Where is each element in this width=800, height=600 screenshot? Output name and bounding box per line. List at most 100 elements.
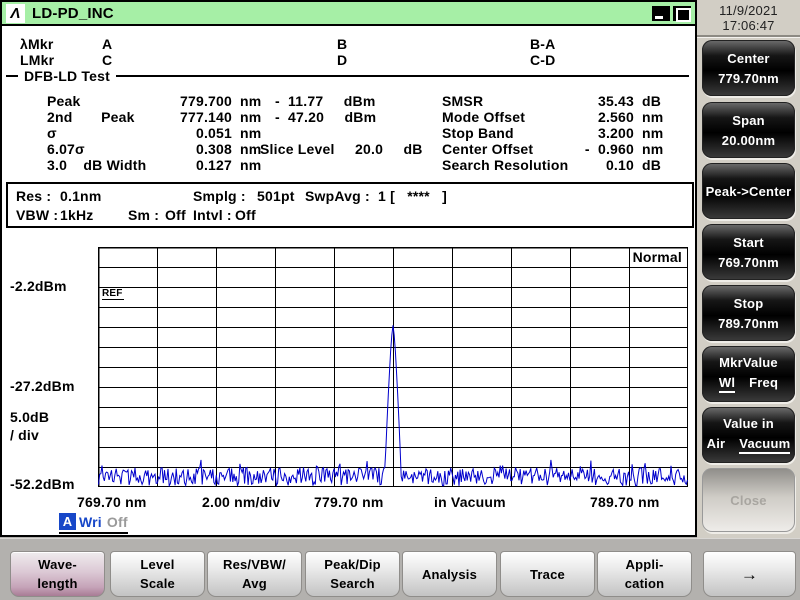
softkey-label: Span — [732, 113, 765, 128]
trace-status[interactable]: A Wri Off — [59, 513, 128, 534]
center-softkey[interactable]: Center 779.70nm — [702, 40, 795, 96]
measure-unit: nm — [240, 93, 261, 109]
menu-label: Analysis — [422, 565, 477, 584]
menu-analysis-button[interactable]: Analysis — [402, 551, 497, 597]
measure-label: σ — [47, 125, 57, 141]
measure-unit: dB — [642, 93, 661, 109]
measure-extra: - 47.20 dBm — [275, 109, 376, 125]
menu-wavelength-button[interactable]: Wave- length — [10, 551, 105, 597]
swpavg-label: SwpAvg : — [305, 188, 370, 204]
measure-unit: nm — [642, 125, 663, 141]
x-axis-stop-label: 789.70 nm — [590, 494, 660, 510]
wavelength-option: Wl — [719, 375, 735, 393]
vacuum-option: Vacuum — [739, 436, 790, 454]
measure-value: 777.140 — [142, 109, 232, 125]
measure-extra: Slice Level 20.0 dB — [260, 141, 423, 157]
vbw-label: VBW : — [16, 207, 58, 223]
y-axis-mid-label: -27.2dBm — [10, 378, 75, 394]
clock: 11/9/2021 17:06:47 — [697, 0, 800, 33]
menu-label: cation — [625, 574, 664, 593]
measure-label: 6.07σ — [47, 141, 85, 157]
menu-label: Peak/Dip — [324, 555, 381, 574]
measure-extra: - 11.77 dBm — [275, 93, 375, 109]
measure-unit: nm — [240, 125, 261, 141]
measure-unit: dB — [642, 157, 661, 173]
softkey-sidebar: 11/9/2021 17:06:47 Center 779.70nm Span … — [697, 0, 800, 540]
x-axis-medium-label: in Vacuum — [434, 494, 506, 510]
menu-label: Res/VBW/ — [223, 555, 286, 574]
measure-unit: nm — [240, 157, 261, 173]
close-softkey[interactable]: Close — [702, 468, 795, 532]
frequency-option: Freq — [749, 375, 778, 393]
span-softkey[interactable]: Span 20.00nm — [702, 102, 795, 158]
menu-label: Level — [140, 555, 174, 574]
measure-value: 0.127 — [142, 157, 232, 173]
intvl-value: Off — [235, 207, 256, 223]
minimize-icon[interactable] — [652, 6, 670, 21]
softkey-value: 789.70nm — [718, 316, 779, 331]
menu-label: Avg — [242, 574, 267, 593]
x-axis-scale-label: 2.00 nm/div — [202, 494, 280, 510]
peak-to-center-softkey[interactable]: Peak->Center — [702, 163, 795, 219]
ref-level-tag: REF — [102, 288, 124, 300]
stop-softkey[interactable]: Stop 789.70nm — [702, 285, 795, 341]
date-label: 11/9/2021 — [697, 3, 800, 18]
y-scale-suffix: / div — [10, 427, 39, 443]
measure-unit: nm — [642, 141, 663, 157]
menu-label: Scale — [140, 574, 175, 593]
marker-value-softkey[interactable]: MkrValue Wl Freq — [702, 346, 795, 402]
trace-write-mode: Wri — [79, 514, 102, 530]
sweep-settings-box: Res : 0.1nm Smplg : 501pt SwpAvg : 1 [ *… — [6, 182, 694, 228]
softkey-label: Start — [733, 235, 764, 250]
menu-level-scale-button[interactable]: Level Scale — [110, 551, 205, 597]
air-option: Air — [707, 436, 726, 454]
sm-label: Sm : — [128, 207, 159, 223]
marker-cd-label: C-D — [530, 52, 555, 68]
swpavg-value: 1 [ **** ] — [378, 188, 447, 204]
menu-more-button[interactable]: → — [703, 551, 796, 597]
y-axis-ref-label: -2.2dBm — [10, 278, 67, 294]
start-softkey[interactable]: Start 769.70nm — [702, 224, 795, 280]
measure-unit: nm — [240, 109, 261, 125]
sm-value: Off — [165, 207, 186, 223]
menu-label: Wave- — [38, 555, 77, 574]
analyzer-window: Λ LD-PD_INC λMkr A B B-A LMkr C D C-D DF… — [0, 0, 697, 537]
intvl-label: Intvl : — [193, 207, 232, 223]
trace-a-badge: A — [59, 513, 76, 530]
value-in-softkey[interactable]: Value in Air Vacuum — [702, 407, 795, 463]
measure-value: 779.700 — [142, 93, 232, 109]
menu-res-vbw-avg-button[interactable]: Res/VBW/ Avg — [207, 551, 302, 597]
menu-application-button[interactable]: Appli- cation — [597, 551, 692, 597]
measure-label: Center Offset — [442, 141, 533, 157]
bottom-menu-bar: Wave- length Level Scale Res/VBW/ Avg Pe… — [0, 538, 800, 600]
measure-unit: nm — [240, 141, 261, 157]
measure-value: - 0.960 — [542, 141, 634, 157]
measure-label: Stop Band — [442, 125, 514, 141]
maximize-icon[interactable] — [673, 6, 691, 21]
softkey-label: Center — [727, 51, 769, 66]
y-scale-label: 5.0dB — [10, 409, 49, 425]
sidebar-divider — [697, 35, 800, 38]
measure-label: Mode Offset — [442, 109, 525, 125]
marker-c-label: C — [102, 52, 112, 68]
softkey-label: MkrValue — [719, 355, 778, 370]
menu-trace-button[interactable]: Trace — [500, 551, 595, 597]
measure-label: 2nd Peak — [47, 109, 135, 125]
measure-value: 3.200 — [542, 125, 634, 141]
analysis-legend-label: DFB-LD Test — [18, 68, 116, 84]
measure-value: 0.308 — [142, 141, 232, 157]
marker-b-label: B — [337, 36, 347, 52]
measure-value: 2.560 — [542, 109, 634, 125]
menu-peak-dip-search-button[interactable]: Peak/Dip Search — [305, 551, 400, 597]
x-axis-start-label: 769.70 nm — [77, 494, 147, 510]
measure-unit: nm — [642, 109, 663, 125]
softkey-value: 20.00nm — [722, 133, 775, 148]
menu-label: Trace — [530, 565, 565, 584]
analysis-legend-row: DFB-LD Test — [6, 68, 689, 84]
menu-label: length — [37, 574, 77, 593]
y-axis-bottom-label: -52.2dBm — [10, 476, 75, 492]
spectrum-svg — [98, 247, 688, 487]
measure-label: 3.0 dB Width — [47, 157, 146, 173]
titlebar[interactable]: Λ LD-PD_INC — [2, 2, 695, 26]
measure-value: 0.051 — [142, 125, 232, 141]
